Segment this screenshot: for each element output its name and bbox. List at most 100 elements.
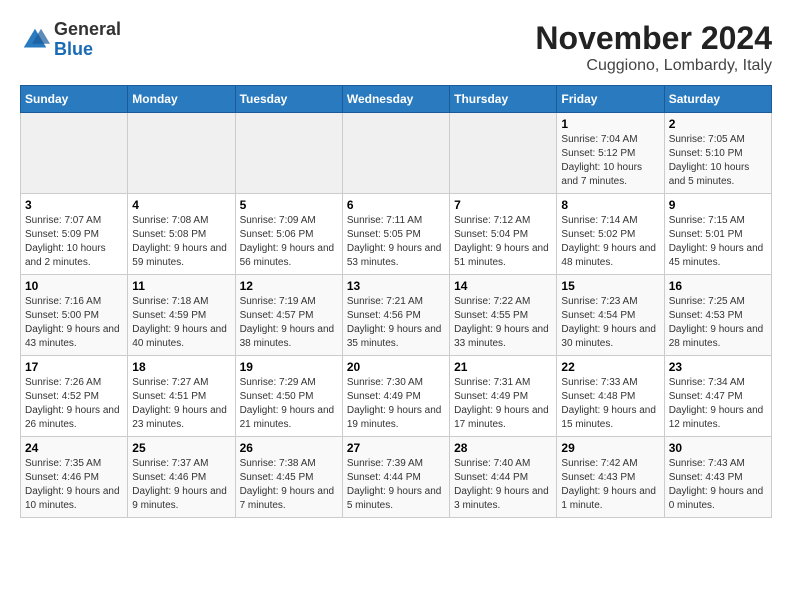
logo-icon	[20, 25, 50, 55]
calendar-cell: 19Sunrise: 7:29 AM Sunset: 4:50 PM Dayli…	[235, 356, 342, 437]
calendar-cell: 9 Sunrise: 7:15 AM Sunset: 5:01 PM Daylig…	[664, 194, 771, 275]
day-info: Sunrise: 7:26 AM Sunset: 4:52 PM Dayligh…	[25, 376, 123, 432]
day-info: Sunrise: 7:23 AM Sunset: 4:54 PM Dayligh…	[561, 295, 659, 351]
calendar-cell: 21 Sunrise: 7:31 AM Sunset: 4:49 PM Dayli…	[450, 356, 557, 437]
day-number: 29	[561, 441, 659, 455]
calendar-cell: 29 Sunrise: 7:42 AM Sunset: 4:43 PM Dayli…	[557, 437, 664, 518]
day-info: Sunrise: 7:22 AM Sunset: 4:55 PM Dayligh…	[454, 295, 552, 351]
calendar-cell: 1 Sunrise: 7:04 AM Sunset: 5:12 PM Daylig…	[557, 113, 664, 194]
day-info: Sunrise: 7:34 AM Sunset: 4:47 PM Dayligh…	[669, 376, 767, 432]
day-number: 10	[25, 279, 123, 293]
header-cell-tuesday: Tuesday	[235, 86, 342, 113]
day-number: 8	[561, 198, 659, 212]
page-title: November 2024	[535, 20, 772, 57]
day-number: 27	[347, 441, 445, 455]
day-number: 2	[669, 117, 767, 131]
calendar-cell: 15 Sunrise: 7:23 AM Sunset: 4:54 PM Dayli…	[557, 275, 664, 356]
day-info: Sunrise: 7:15 AM Sunset: 5:01 PM Dayligh…	[669, 214, 767, 270]
header-cell-sunday: Sunday	[21, 86, 128, 113]
day-info: Sunrise: 7:05 AM Sunset: 5:10 PM Dayligh…	[669, 133, 767, 189]
calendar-cell: 5 Sunrise: 7:09 AM Sunset: 5:06 PM Daylig…	[235, 194, 342, 275]
logo-text: General Blue	[54, 20, 121, 60]
calendar-cell: 22 Sunrise: 7:33 AM Sunset: 4:48 PM Dayli…	[557, 356, 664, 437]
day-info: Sunrise: 7:21 AM Sunset: 4:56 PM Dayligh…	[347, 295, 445, 351]
day-number: 1	[561, 117, 659, 131]
day-number: 25	[132, 441, 230, 455]
calendar-cell: 2 Sunrise: 7:05 AM Sunset: 5:10 PM Daylig…	[664, 113, 771, 194]
day-number: 22	[561, 360, 659, 374]
calendar-cell	[21, 113, 128, 194]
day-number: 11	[132, 279, 230, 293]
calendar-cell: 3Sunrise: 7:07 AM Sunset: 5:09 PM Daylig…	[21, 194, 128, 275]
day-info: Sunrise: 7:38 AM Sunset: 4:45 PM Dayligh…	[240, 457, 338, 513]
calendar-cell: 4Sunrise: 7:08 AM Sunset: 5:08 PM Daylig…	[128, 194, 235, 275]
day-number: 21	[454, 360, 552, 374]
calendar-week-1: 1 Sunrise: 7:04 AM Sunset: 5:12 PM Daylig…	[21, 113, 772, 194]
header-cell-wednesday: Wednesday	[342, 86, 449, 113]
page-header: General Blue November 2024 Cuggiono, Lom…	[20, 20, 772, 75]
calendar-cell: 7 Sunrise: 7:12 AM Sunset: 5:04 PM Daylig…	[450, 194, 557, 275]
calendar-cell: 11 Sunrise: 7:18 AM Sunset: 4:59 PM Dayli…	[128, 275, 235, 356]
header-cell-thursday: Thursday	[450, 86, 557, 113]
day-info: Sunrise: 7:43 AM Sunset: 4:43 PM Dayligh…	[669, 457, 767, 513]
day-number: 13	[347, 279, 445, 293]
day-number: 5	[240, 198, 338, 212]
day-number: 15	[561, 279, 659, 293]
day-info: Sunrise: 7:40 AM Sunset: 4:44 PM Dayligh…	[454, 457, 552, 513]
header-cell-saturday: Saturday	[664, 86, 771, 113]
day-number: 24	[25, 441, 123, 455]
calendar-cell: 23 Sunrise: 7:34 AM Sunset: 4:47 PM Dayli…	[664, 356, 771, 437]
day-info: Sunrise: 7:31 AM Sunset: 4:49 PM Dayligh…	[454, 376, 552, 432]
day-info: Sunrise: 7:30 AM Sunset: 4:49 PM Dayligh…	[347, 376, 445, 432]
day-info: Sunrise: 7:12 AM Sunset: 5:04 PM Dayligh…	[454, 214, 552, 270]
day-number: 23	[669, 360, 767, 374]
day-info: Sunrise: 7:35 AM Sunset: 4:46 PM Dayligh…	[25, 457, 123, 513]
day-number: 19	[240, 360, 338, 374]
calendar-week-2: 3Sunrise: 7:07 AM Sunset: 5:09 PM Daylig…	[21, 194, 772, 275]
day-number: 14	[454, 279, 552, 293]
day-info: Sunrise: 7:07 AM Sunset: 5:09 PM Dayligh…	[25, 214, 123, 270]
calendar-cell: 18Sunrise: 7:27 AM Sunset: 4:51 PM Dayli…	[128, 356, 235, 437]
page-subtitle: Cuggiono, Lombardy, Italy	[535, 57, 772, 75]
calendar-cell: 30 Sunrise: 7:43 AM Sunset: 4:43 PM Dayli…	[664, 437, 771, 518]
calendar-cell	[342, 113, 449, 194]
calendar-cell: 27 Sunrise: 7:39 AM Sunset: 4:44 PM Dayli…	[342, 437, 449, 518]
day-number: 26	[240, 441, 338, 455]
day-number: 16	[669, 279, 767, 293]
header-row: SundayMondayTuesdayWednesdayThursdayFrid…	[21, 86, 772, 113]
calendar-cell: 13 Sunrise: 7:21 AM Sunset: 4:56 PM Dayli…	[342, 275, 449, 356]
day-number: 20	[347, 360, 445, 374]
day-number: 28	[454, 441, 552, 455]
day-number: 18	[132, 360, 230, 374]
day-info: Sunrise: 7:42 AM Sunset: 4:43 PM Dayligh…	[561, 457, 659, 513]
day-number: 7	[454, 198, 552, 212]
calendar-cell	[235, 113, 342, 194]
day-number: 30	[669, 441, 767, 455]
day-info: Sunrise: 7:39 AM Sunset: 4:44 PM Dayligh…	[347, 457, 445, 513]
title-block: November 2024 Cuggiono, Lombardy, Italy	[535, 20, 772, 75]
logo-blue: Blue	[54, 39, 93, 59]
header-cell-friday: Friday	[557, 86, 664, 113]
day-info: Sunrise: 7:37 AM Sunset: 4:46 PM Dayligh…	[132, 457, 230, 513]
day-info: Sunrise: 7:16 AM Sunset: 5:00 PM Dayligh…	[25, 295, 123, 351]
calendar-cell: 10 Sunrise: 7:16 AM Sunset: 5:00 PM Dayli…	[21, 275, 128, 356]
calendar-cell: 26 Sunrise: 7:38 AM Sunset: 4:45 PM Dayli…	[235, 437, 342, 518]
calendar-week-3: 10 Sunrise: 7:16 AM Sunset: 5:00 PM Dayli…	[21, 275, 772, 356]
day-info: Sunrise: 7:11 AM Sunset: 5:05 PM Dayligh…	[347, 214, 445, 270]
day-info: Sunrise: 7:25 AM Sunset: 4:53 PM Dayligh…	[669, 295, 767, 351]
day-number: 12	[240, 279, 338, 293]
day-info: Sunrise: 7:33 AM Sunset: 4:48 PM Dayligh…	[561, 376, 659, 432]
day-info: Sunrise: 7:18 AM Sunset: 4:59 PM Dayligh…	[132, 295, 230, 351]
day-info: Sunrise: 7:04 AM Sunset: 5:12 PM Dayligh…	[561, 133, 659, 189]
logo-general: General	[54, 19, 121, 39]
calendar-week-5: 24 Sunrise: 7:35 AM Sunset: 4:46 PM Dayli…	[21, 437, 772, 518]
day-info: Sunrise: 7:09 AM Sunset: 5:06 PM Dayligh…	[240, 214, 338, 270]
calendar-cell: 20 Sunrise: 7:30 AM Sunset: 4:49 PM Dayli…	[342, 356, 449, 437]
calendar-cell: 24 Sunrise: 7:35 AM Sunset: 4:46 PM Dayli…	[21, 437, 128, 518]
day-number: 6	[347, 198, 445, 212]
day-number: 9	[669, 198, 767, 212]
day-info: Sunrise: 7:08 AM Sunset: 5:08 PM Dayligh…	[132, 214, 230, 270]
calendar-cell: 16 Sunrise: 7:25 AM Sunset: 4:53 PM Dayli…	[664, 275, 771, 356]
header-cell-monday: Monday	[128, 86, 235, 113]
calendar-cell	[450, 113, 557, 194]
